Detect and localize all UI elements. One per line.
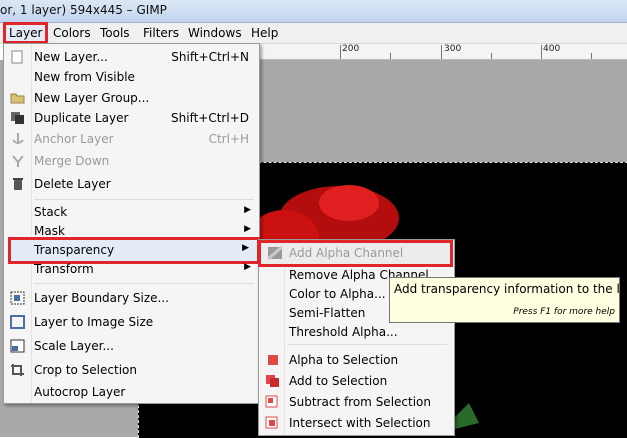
window-titlebar: or, 1 layer) 594x445 – GIMP bbox=[0, 0, 627, 23]
submenu-arrow-icon: ▶ bbox=[244, 224, 251, 234]
menu-item-add-alpha-channel: Add Alpha Channel bbox=[258, 240, 453, 267]
menu-colors[interactable]: Colors bbox=[50, 25, 94, 41]
menu-item-autocrop-layer[interactable]: Autocrop Layer bbox=[4, 382, 259, 403]
menu-item-new-from-visible[interactable]: New from Visible bbox=[4, 67, 259, 88]
menu-filters[interactable]: Filters bbox=[140, 25, 182, 41]
menu-item-new-layer[interactable]: New Layer... Shift+Ctrl+N bbox=[4, 47, 259, 68]
folder-icon bbox=[10, 91, 26, 105]
menu-windows[interactable]: Windows bbox=[185, 25, 245, 41]
intersect-with-selection-icon bbox=[265, 416, 281, 430]
boundary-icon bbox=[10, 291, 26, 305]
subtract-from-selection-icon bbox=[265, 395, 281, 409]
menu-item-layer-boundary-size[interactable]: Layer Boundary Size... bbox=[4, 288, 259, 309]
alpha-to-selection-icon bbox=[265, 353, 281, 367]
menu-item-intersect-with-selection[interactable]: Intersect with Selection bbox=[259, 413, 454, 434]
menu-item-scale-layer[interactable]: Scale Layer... bbox=[4, 336, 259, 357]
menu-item-delete-layer[interactable]: Delete Layer bbox=[4, 174, 259, 195]
menu-separator bbox=[34, 199, 254, 200]
transparency-submenu: Add Alpha Channel Remove Alpha Channel C… bbox=[258, 239, 455, 436]
menubar: Layer Colors Tools Filters Windows Help bbox=[0, 22, 627, 44]
menu-item-crop-to-selection[interactable]: Crop to Selection bbox=[4, 360, 259, 381]
tooltip-text: Add transparency information to the laye… bbox=[394, 282, 627, 296]
tooltip-hint: Press F1 for more help bbox=[513, 307, 615, 317]
ruler-label: 400 bbox=[543, 44, 561, 54]
menu-help[interactable]: Help bbox=[248, 25, 281, 41]
menu-item-add-to-selection[interactable]: Add to Selection bbox=[259, 371, 454, 392]
menu-item-merge-down: Merge Down bbox=[4, 151, 259, 172]
merge-icon bbox=[10, 154, 26, 168]
window-title: or, 1 layer) 594x445 – GIMP bbox=[0, 3, 167, 17]
tooltip: Add transparency information to the laye… bbox=[389, 277, 627, 323]
menu-tools[interactable]: Tools bbox=[97, 25, 133, 41]
checker-icon bbox=[267, 245, 283, 261]
duplicate-icon bbox=[10, 111, 26, 125]
layer-menu: New Layer... Shift+Ctrl+N New from Visib… bbox=[3, 43, 260, 404]
new-layer-icon bbox=[10, 50, 26, 64]
menu-separator bbox=[34, 283, 254, 284]
submenu-arrow-icon: ▶ bbox=[244, 262, 251, 272]
horizontal-ruler: 200 300 400 bbox=[258, 44, 627, 60]
trash-icon bbox=[10, 177, 26, 191]
submenu-arrow-icon: ▶ bbox=[244, 205, 251, 215]
menu-item-alpha-to-selection[interactable]: Alpha to Selection bbox=[259, 350, 454, 371]
add-to-selection-icon bbox=[265, 374, 281, 388]
menu-item-anchor-layer: Anchor Layer Ctrl+H bbox=[4, 129, 259, 150]
menu-item-threshold-alpha[interactable]: Threshold Alpha... bbox=[259, 322, 454, 343]
menu-item-layer-to-image-size[interactable]: Layer to Image Size bbox=[4, 312, 259, 333]
menu-layer[interactable]: Layer bbox=[2, 22, 49, 44]
menu-item-mask[interactable]: Mask ▶ bbox=[4, 221, 259, 242]
submenu-arrow-icon: ▶ bbox=[242, 243, 249, 253]
menu-item-subtract-from-selection[interactable]: Subtract from Selection bbox=[259, 392, 454, 413]
menu-item-transparency[interactable]: Transparency ▶ bbox=[8, 237, 260, 264]
anchor-icon bbox=[10, 132, 26, 146]
crop-icon bbox=[10, 363, 26, 377]
layer-to-image-icon bbox=[10, 315, 26, 329]
menu-item-duplicate-layer[interactable]: Duplicate Layer Shift+Ctrl+D bbox=[4, 108, 259, 129]
ruler-label: 200 bbox=[342, 44, 360, 54]
ruler-label: 300 bbox=[444, 44, 462, 54]
menu-item-new-layer-group[interactable]: New Layer Group... bbox=[4, 88, 259, 109]
menu-item-stack[interactable]: Stack ▶ bbox=[4, 202, 259, 223]
menu-item-transform[interactable]: Transform ▶ bbox=[4, 259, 259, 280]
scale-icon bbox=[10, 339, 26, 353]
menu-separator bbox=[287, 344, 447, 345]
